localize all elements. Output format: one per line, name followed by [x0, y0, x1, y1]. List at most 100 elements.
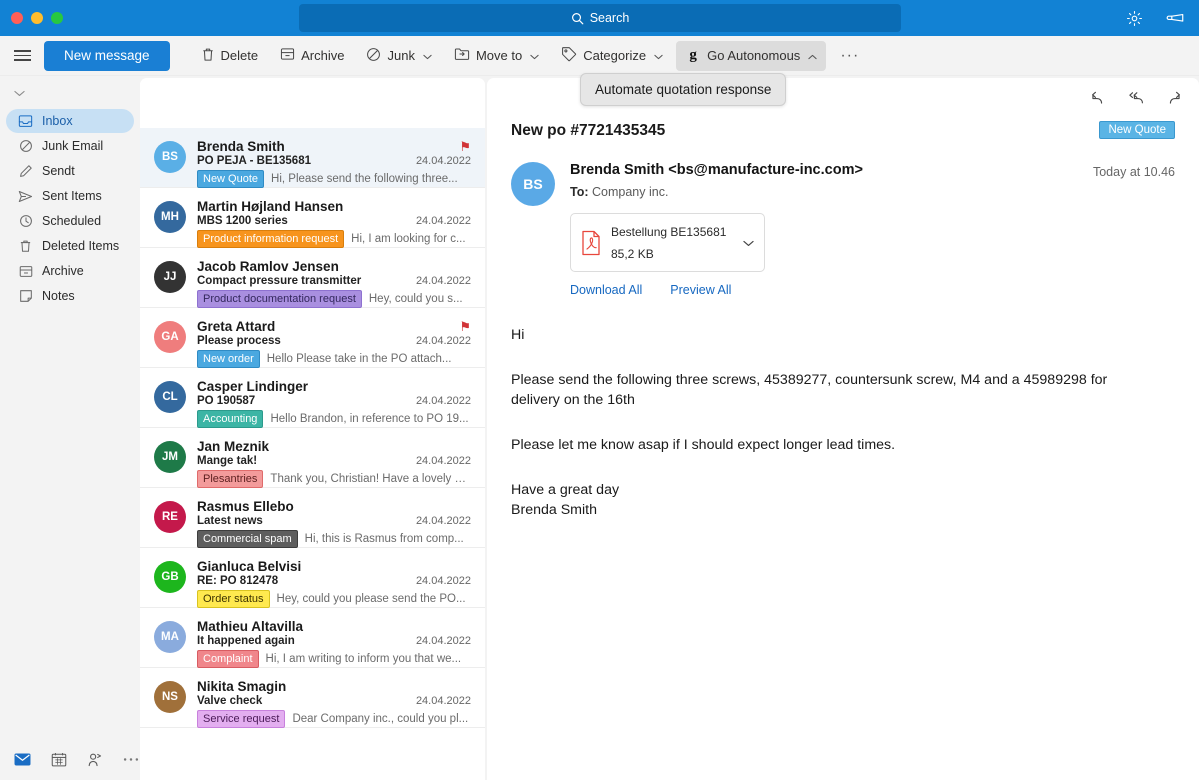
sidebar-item-sent-items[interactable]: Sent Items	[6, 184, 134, 208]
category-badge[interactable]: Plesantries	[197, 470, 264, 488]
maximize-window-button[interactable]	[51, 12, 63, 24]
message-list-header	[140, 78, 485, 128]
message-list-item[interactable]: MA Mathieu Altavilla It happened again 24.0…	[140, 608, 485, 668]
trash-icon	[18, 239, 33, 254]
message-preview: Hi, Please send the following three...	[271, 173, 458, 185]
folder-move-icon	[454, 47, 470, 64]
avatar: NS	[154, 681, 186, 713]
avatar: JJ	[154, 261, 186, 293]
message-list-item[interactable]: MH Martin Højland Hansen MBS 1200 series 24…	[140, 188, 485, 248]
message-date: 24.04.2022	[415, 155, 471, 167]
window-controls[interactable]	[0, 12, 63, 24]
sidebar-item-deleted-items[interactable]: Deleted Items	[6, 234, 134, 258]
sidebar-item-sendt[interactable]: Sendt	[6, 159, 134, 183]
go-autonomous-button[interactable]: g Go Autonomous	[676, 40, 827, 71]
message-sender: Jacob Ramlov Jensen	[197, 259, 339, 274]
avatar: GA	[154, 321, 186, 353]
people-icon[interactable]	[87, 752, 103, 767]
message-preview: Hi, I am looking for c...	[351, 233, 466, 245]
automate-quotation-response-menu-item[interactable]: Automate quotation response	[580, 73, 787, 106]
chevron-up-icon	[808, 48, 817, 63]
category-badge[interactable]: Product information request	[197, 230, 345, 248]
message-sender: Casper Lindinger	[197, 379, 309, 394]
message-subject: Latest news	[197, 515, 263, 527]
message-list-item[interactable]: JM Jan Meznik Mange tak! 24.04.2022 Plesantr…	[140, 428, 485, 488]
more-commands-button[interactable]: ···	[830, 47, 869, 64]
categorize-button[interactable]: Categorize	[552, 41, 672, 71]
message-preview: Dear Company inc., could you pl...	[292, 713, 469, 725]
mail-icon[interactable]	[14, 753, 31, 766]
junk-button[interactable]: Junk	[357, 41, 440, 71]
category-badge[interactable]: Order status	[197, 590, 270, 608]
tag-icon	[561, 46, 577, 65]
category-badge[interactable]: Commercial spam	[197, 530, 298, 548]
message-date: 24.04.2022	[415, 335, 471, 347]
note-icon	[18, 289, 33, 304]
sidebar-item-scheduled[interactable]: Scheduled	[6, 209, 134, 233]
attachment-name: Bestellung BE135681	[611, 225, 727, 239]
sidebar-item-inbox[interactable]: Inbox	[6, 109, 134, 133]
category-badge[interactable]: New order	[197, 350, 260, 368]
message-date: 24.04.2022	[415, 275, 471, 287]
category-badge[interactable]: Complaint	[197, 650, 259, 668]
message-list-item[interactable]: JJ Jacob Ramlov Jensen Compact pressure tr…	[140, 248, 485, 308]
message-list[interactable]: BS Brenda Smith ⚑ PO PEJA - BE135681 24.04.2…	[140, 128, 485, 780]
download-all-link[interactable]: Download All	[570, 283, 642, 297]
forward-icon[interactable]	[1167, 90, 1185, 108]
search-input[interactable]: Search	[299, 4, 901, 32]
message-subject: Mange tak!	[197, 455, 258, 467]
reading-pane: New po #7721435345 New Quote BS Brenda S…	[487, 78, 1199, 780]
sidebar-item-archive[interactable]: Archive	[6, 259, 134, 283]
hamburger-icon[interactable]	[0, 47, 44, 64]
sidebar-item-notes[interactable]: Notes	[6, 284, 134, 308]
g-logo-icon: g	[689, 47, 697, 63]
attachment-item[interactable]: Bestellung BE135681 85,2 KB	[570, 213, 766, 273]
message-date: 24.04.2022	[415, 455, 471, 467]
megaphone-icon[interactable]	[1165, 11, 1185, 25]
sidebar-item-junk-email[interactable]: Junk Email	[6, 134, 134, 158]
block-icon	[18, 139, 33, 154]
move-to-button[interactable]: Move to	[445, 41, 548, 71]
reply-all-icon[interactable]	[1127, 90, 1145, 108]
close-window-button[interactable]	[11, 12, 23, 24]
category-badge[interactable]: Service request	[197, 710, 286, 728]
message-list-item[interactable]: RE Rasmus Ellebo Latest news 24.04.2022 Comm…	[140, 488, 485, 548]
chevron-down-icon[interactable]	[743, 234, 755, 252]
body-paragraph-1: Please send the following three screws, …	[511, 371, 1108, 409]
category-badge[interactable]: Accounting	[197, 410, 264, 428]
category-badge[interactable]: Product documentation request	[197, 290, 362, 308]
message-sender: Gianluca Belvisi	[197, 559, 302, 574]
block-icon	[366, 47, 381, 65]
message-list-item[interactable]: GB Gianluca Belvisi RE: PO 812478 24.04.202…	[140, 548, 485, 608]
archive-label: Archive	[301, 48, 345, 63]
more-icon[interactable]	[123, 757, 139, 762]
pdf-icon	[580, 230, 602, 256]
sender-avatar: BS	[511, 162, 555, 206]
category-badge[interactable]: New Quote	[197, 170, 265, 188]
message-subject: Valve check	[197, 695, 263, 707]
reply-icon[interactable]	[1087, 90, 1105, 108]
sidebar-collapse-toggle[interactable]	[0, 82, 140, 108]
message-sender: Greta Attard	[197, 319, 276, 334]
flag-icon[interactable]: ⚑	[459, 320, 471, 333]
message-list-item[interactable]: CL Casper Lindinger PO 190587 24.04.2022 Acc…	[140, 368, 485, 428]
minimize-window-button[interactable]	[31, 12, 43, 24]
flag-icon[interactable]: ⚑	[459, 140, 471, 153]
message-list-pane: BS Brenda Smith ⚑ PO PEJA - BE135681 24.04.2…	[140, 78, 485, 780]
message-timestamp: Today at 10.46	[1092, 165, 1175, 179]
new-quote-badge[interactable]: New Quote	[1099, 121, 1175, 139]
calendar-icon[interactable]	[51, 752, 67, 767]
message-list-item[interactable]: BS Brenda Smith ⚑ PO PEJA - BE135681 24.04.2…	[140, 128, 485, 188]
new-message-button[interactable]: New message	[44, 40, 170, 71]
gear-icon[interactable]	[1126, 10, 1143, 27]
message-list-item[interactable]: NS Nikita Smagin Valve check 24.04.2022 Serv…	[140, 668, 485, 728]
message-preview: Hey, could you s...	[368, 293, 463, 305]
message-sender: Mathieu Altavilla	[197, 619, 304, 634]
message-subject: Please process	[197, 335, 281, 347]
archive-button[interactable]: Archive	[271, 41, 353, 71]
delete-label: Delete	[220, 48, 259, 63]
preview-all-link[interactable]: Preview All	[670, 283, 731, 297]
delete-button[interactable]: Delete	[192, 41, 268, 71]
message-list-item[interactable]: GA Greta Attard ⚑ Please process 24.04.2022 N…	[140, 308, 485, 368]
message-subject: It happened again	[197, 635, 295, 647]
